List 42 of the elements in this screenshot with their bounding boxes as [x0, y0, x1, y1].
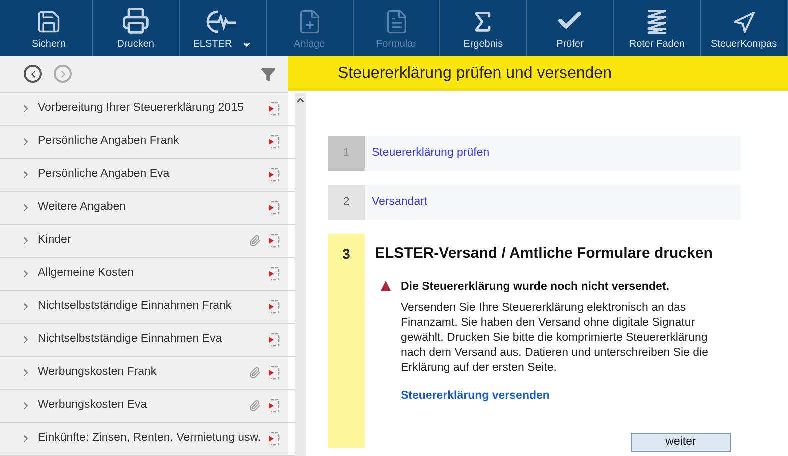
send-link[interactable]: Steuererklärung versenden	[401, 388, 721, 405]
step-number: 3	[328, 234, 365, 448]
document-arrow-icon	[267, 333, 282, 347]
sidebar-item[interactable]: Einkünfte: Zinsen, Renten, Vermietung usw.	[0, 423, 296, 456]
document-arrow-icon	[267, 267, 282, 281]
sidebar-item[interactable]: Allgemeine Kosten	[0, 258, 296, 291]
step-number: 2	[328, 185, 365, 220]
warning-text: Die Steuererklärung wurde noch nicht versendet.	[401, 280, 670, 294]
sidebar-item[interactable]: Nichtselbstständige Einnahmen Eva	[0, 324, 296, 357]
document-arrow-icon	[267, 168, 282, 182]
document-arrow-icon	[267, 366, 282, 380]
zigzag-lines-icon	[646, 9, 668, 35]
document-arrow-icon	[267, 300, 282, 314]
sidebar-item[interactable]: Nichtselbstständige Einnahmen Frank	[0, 291, 296, 324]
step-title: ELSTER-Versand / Amtliche Formulare drucken	[375, 244, 714, 264]
document-arrow-icon	[267, 399, 282, 413]
document-arrow-icon	[267, 102, 282, 116]
save-icon	[36, 9, 62, 35]
sidebar-item[interactable]: Vorbereitung Ihrer Steuererklärung 2015	[0, 93, 296, 126]
step-row[interactable]: 1 Steuererklärung prüfen	[328, 136, 741, 171]
document-arrow-icon	[267, 201, 282, 215]
next-button[interactable]: weiter	[631, 433, 731, 452]
document-arrow-icon	[267, 234, 282, 248]
filter-icon	[261, 66, 276, 82]
step-title: Versandart	[372, 194, 428, 210]
page-title: Steuererklärung prüfen und versenden	[338, 64, 612, 84]
document-arrow-icon	[267, 135, 282, 149]
document-arrow-icon	[267, 432, 282, 446]
sidebar-item[interactable]: Persönliche Angaben Frank	[0, 126, 296, 159]
printer-icon	[122, 7, 150, 35]
sidebar-item[interactable]: Kinder	[0, 225, 296, 258]
description-text: Versenden Sie Ihre Steuererklärung elektronisch an das Finanzamt. Sie haben den Versand ohne digitale Signatur gewählt. Drucken Sie bitte die komprimierte Steuererklärung nach dem Versand aus. Datieren und unterschreiben Sie die Erklärung auf der ersten Seite.	[401, 300, 710, 376]
step-title: Steuererklärung prüfen	[372, 146, 490, 161]
step-number: 1	[328, 136, 365, 171]
warning-icon	[381, 280, 391, 290]
sidebar-item[interactable]: Werbungskosten Frank	[0, 357, 296, 390]
back-button[interactable]	[24, 65, 42, 83]
sidebar-item[interactable]: Weitere Angaben	[0, 192, 296, 225]
sidebar-item[interactable]: Werbungskosten Eva	[0, 390, 296, 423]
step-row[interactable]: 2 Versandart	[328, 185, 741, 220]
compass-icon	[732, 11, 756, 35]
sidebar-item[interactable]: Persönliche Angaben Eva	[0, 159, 296, 192]
